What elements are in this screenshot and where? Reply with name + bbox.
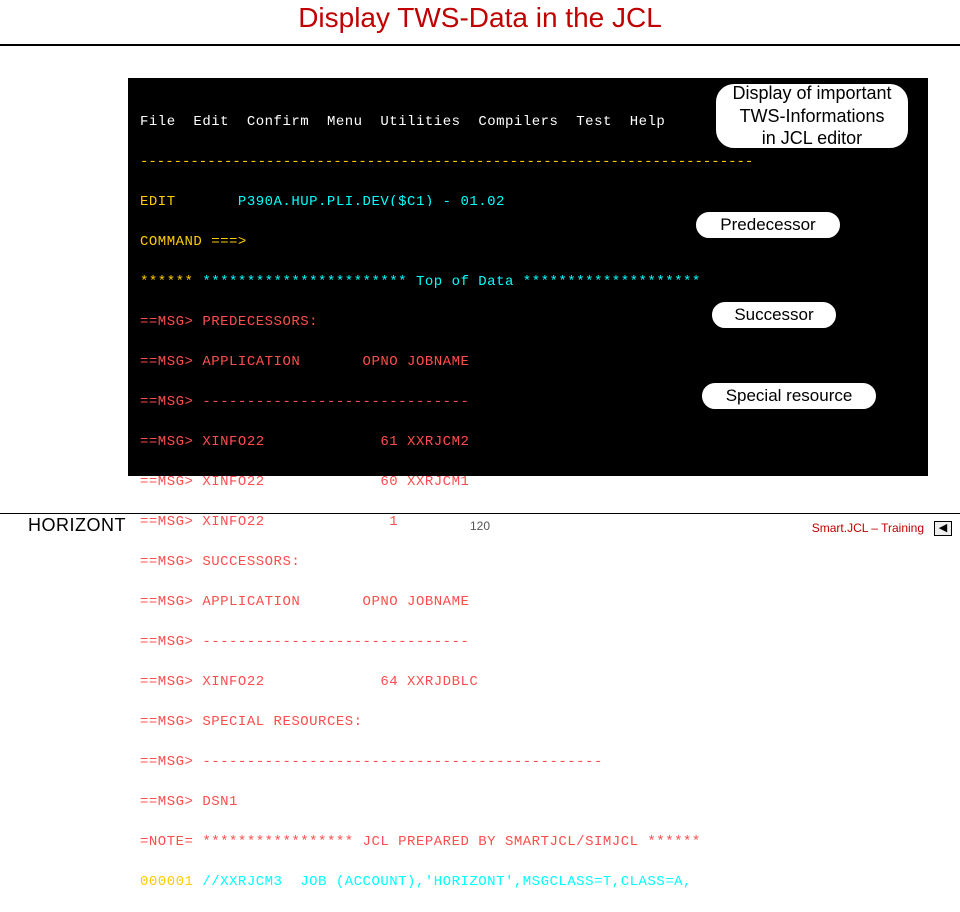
msg-line: ==MSG> APPLICATION OPNO JOBNAME (140, 352, 916, 372)
top-marker-left: ****** (140, 274, 193, 290)
msg-line: ==MSG> ------------------------------ (140, 632, 916, 652)
menu-help[interactable]: Help (630, 114, 666, 130)
line-prefix: ==MSG> (140, 674, 193, 690)
top-marker-text: Top of Data (416, 274, 514, 290)
line-text: ***************** JCL PREPARED BY SMARTJ… (202, 834, 700, 850)
line-text: APPLICATION OPNO JOBNAME (202, 594, 469, 610)
callout-tws-info: Display of important TWS-Informations in… (714, 82, 910, 150)
note-line: =NOTE= ***************** JCL PREPARED BY… (140, 832, 916, 852)
line-prefix: ==MSG> (140, 514, 193, 530)
callout-special-resource: Special resource (700, 381, 878, 411)
line-prefix: ==MSG> (140, 754, 193, 770)
line-prefix: ==MSG> (140, 554, 193, 570)
line-prefix: ==MSG> (140, 714, 193, 730)
msg-line: ==MSG> APPLICATION OPNO JOBNAME (140, 592, 916, 612)
menu-menu[interactable]: Menu (327, 114, 363, 130)
seq-number: 000001 (140, 874, 193, 890)
line-prefix: ==MSG> (140, 434, 193, 450)
line-text: XINFO22 61 XXRJCM2 (202, 434, 469, 450)
edit-header-line: EDIT P390A.HUP.PLI.DEV($C1) - 01.02 (140, 192, 916, 212)
line-text: DSN1 (202, 794, 238, 810)
line-text: ------------------------------ (202, 634, 469, 650)
top-marker-mid: *********************** (202, 274, 407, 290)
menu-confirm[interactable]: Confirm (247, 114, 309, 130)
msg-line: ==MSG> DSN1 (140, 792, 916, 812)
msg-line: ==MSG> XINFO22 1 (140, 512, 916, 532)
ispf-separator: ----------------------------------------… (140, 152, 916, 172)
line-text: XINFO22 64 XXRJDBLC (202, 674, 478, 690)
line-text: ------------------------------ (202, 394, 469, 410)
connector-successor (300, 306, 720, 308)
arrow-left-icon: ◀ (939, 523, 947, 534)
callout-predecessor: Predecessor (694, 210, 842, 240)
callout-successor: Successor (710, 300, 838, 330)
msg-line: ==MSG> ---------------------------------… (140, 752, 916, 772)
line-prefix: ==MSG> (140, 474, 193, 490)
line-text: PREDECESSORS: (202, 314, 318, 330)
footer-training-label: Smart.JCL – Training (812, 521, 924, 535)
edit-label: EDIT (140, 194, 176, 210)
line-text: APPLICATION OPNO JOBNAME (202, 354, 469, 370)
line-prefix: ==MSG> (140, 634, 193, 650)
connector-special-resource (370, 387, 705, 389)
footer-brand: HORIZONT (28, 515, 126, 536)
line-text: XINFO22 1 (202, 514, 398, 530)
line-prefix: =NOTE= (140, 834, 193, 850)
slide-title: Display TWS-Data in the JCL (0, 2, 960, 34)
line-text: SUCCESSORS: (202, 554, 300, 570)
jcl-statement: //XXRJCM3 JOB (ACCOUNT),'HORIZONT',MSGCL… (202, 874, 692, 890)
menu-utilities[interactable]: Utilities (380, 114, 460, 130)
menu-test[interactable]: Test (576, 114, 612, 130)
msg-line: ==MSG> XINFO22 60 XXRJCM1 (140, 472, 916, 492)
line-prefix: ==MSG> (140, 594, 193, 610)
menu-file[interactable]: File (140, 114, 176, 130)
title-divider (0, 44, 960, 46)
page-number: 120 (470, 519, 490, 533)
jcl-line: 000001 //XXRJCM3 JOB (ACCOUNT),'HORIZONT… (140, 872, 916, 892)
top-marker-right: ******************** (523, 274, 701, 290)
line-text: SPECIAL RESOURCES: (202, 714, 362, 730)
line-prefix: ==MSG> (140, 794, 193, 810)
msg-line: ==MSG> XINFO22 61 XXRJCM2 (140, 432, 916, 452)
connector-predecessor (320, 206, 710, 208)
line-prefix: ==MSG> (140, 394, 193, 410)
line-text: XINFO22 60 XXRJCM1 (202, 474, 469, 490)
msg-line: ==MSG> XINFO22 64 XXRJDBLC (140, 672, 916, 692)
footer-divider (0, 513, 960, 514)
line-prefix: ==MSG> (140, 314, 193, 330)
menu-compilers[interactable]: Compilers (478, 114, 558, 130)
msg-line: ==MSG> SPECIAL RESOURCES: (140, 712, 916, 732)
msg-line: ==MSG> SUCCESSORS: (140, 552, 916, 572)
line-text: ----------------------------------------… (202, 754, 603, 770)
top-of-data-marker: ****** *********************** Top of Da… (140, 272, 916, 292)
line-prefix: ==MSG> (140, 354, 193, 370)
menu-edit[interactable]: Edit (193, 114, 229, 130)
previous-slide-button[interactable]: ◀ (934, 521, 952, 536)
